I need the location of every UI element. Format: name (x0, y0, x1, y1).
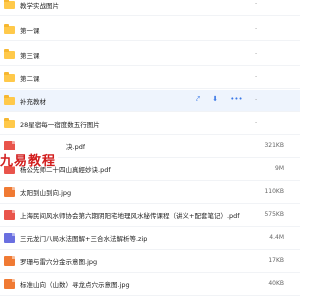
item-size: - (255, 25, 258, 32)
item-name: 三元龙门八局水法图解+三合水法解析等.zip (20, 235, 148, 243)
list-item-12[interactable]: 标准山向（山数）寻龙点穴示意图.jpg 40KB (0, 274, 300, 296)
item-size: 321KB (264, 142, 284, 149)
list-item-4[interactable]: 补充教材 ⤤ ⬇ ••• - (0, 90, 300, 112)
item-size: - (255, 0, 258, 7)
item-name: 太阳到山到向.jpg (20, 189, 72, 197)
list-item-8[interactable]: 太阳到山到向.jpg 110KB (0, 182, 300, 204)
item-size: 4.4M (269, 234, 284, 241)
item-name: 上海民间风水师协会第六期阴阳宅地理风水秘传课程（讲义+配套笔记）.pdf (20, 212, 240, 220)
item-name: 第一课 (20, 27, 40, 35)
item-size: 17KB (268, 257, 284, 264)
more-icon[interactable]: ••• (230, 95, 242, 103)
folder-icon (4, 72, 15, 82)
item-name: 第二课 (20, 75, 40, 83)
item-name: 教学实战图片 (20, 2, 59, 10)
item-name: 28星宿每一宿度数五行图片 (20, 121, 100, 129)
download-icon[interactable]: ⬇ (212, 95, 218, 103)
image-icon (4, 187, 15, 197)
share-icon[interactable]: ⤤ (196, 95, 200, 104)
list-item-9[interactable]: 上海民间风水师协会第六期阴阳宅地理风水秘传课程（讲义+配套笔记）.pdf 575… (0, 205, 300, 227)
folder-icon (4, 118, 15, 128)
list-item-2[interactable]: 第三课 - (0, 44, 300, 66)
item-size: 575KB (264, 211, 284, 218)
item-size: - (255, 119, 258, 126)
pdf-icon (4, 210, 15, 220)
item-size: 110KB (264, 188, 284, 195)
item-name: 标准山向（山数）寻龙点穴示意图.jpg (20, 281, 130, 289)
item-name: 第三课 (20, 52, 40, 60)
item-size: - (255, 50, 258, 57)
item-name: 决.pdf (66, 143, 86, 151)
image-icon (4, 279, 15, 289)
item-name: 罗珊与雷穴分金示意图.jpg (20, 258, 98, 266)
list-item-1[interactable]: 第一课 - (0, 19, 300, 41)
list-item-10[interactable]: 三元龙门八局水法图解+三合水法解析等.zip 4.4M (0, 228, 300, 250)
item-size: - (255, 96, 258, 103)
list-item-5[interactable]: 28星宿每一宿度数五行图片 - (0, 113, 300, 135)
item-name: 补充教材 (20, 98, 46, 106)
watermark: 九易教程 (0, 150, 59, 169)
row-actions: ⤤ ⬇ ••• (196, 95, 253, 104)
item-size: 9M (275, 165, 284, 172)
image-icon (4, 256, 15, 266)
zip-icon (4, 233, 15, 243)
folder-icon (4, 24, 15, 34)
list-item-0[interactable]: 教学实战图片 - (0, 0, 300, 16)
folder-icon (4, 0, 15, 9)
folder-icon (4, 49, 15, 59)
list-item-11[interactable]: 罗珊与雷穴分金示意图.jpg 17KB (0, 251, 300, 273)
list-item-3[interactable]: 第二课 - (0, 67, 300, 89)
folder-icon (4, 95, 15, 105)
item-size: - (255, 73, 258, 80)
